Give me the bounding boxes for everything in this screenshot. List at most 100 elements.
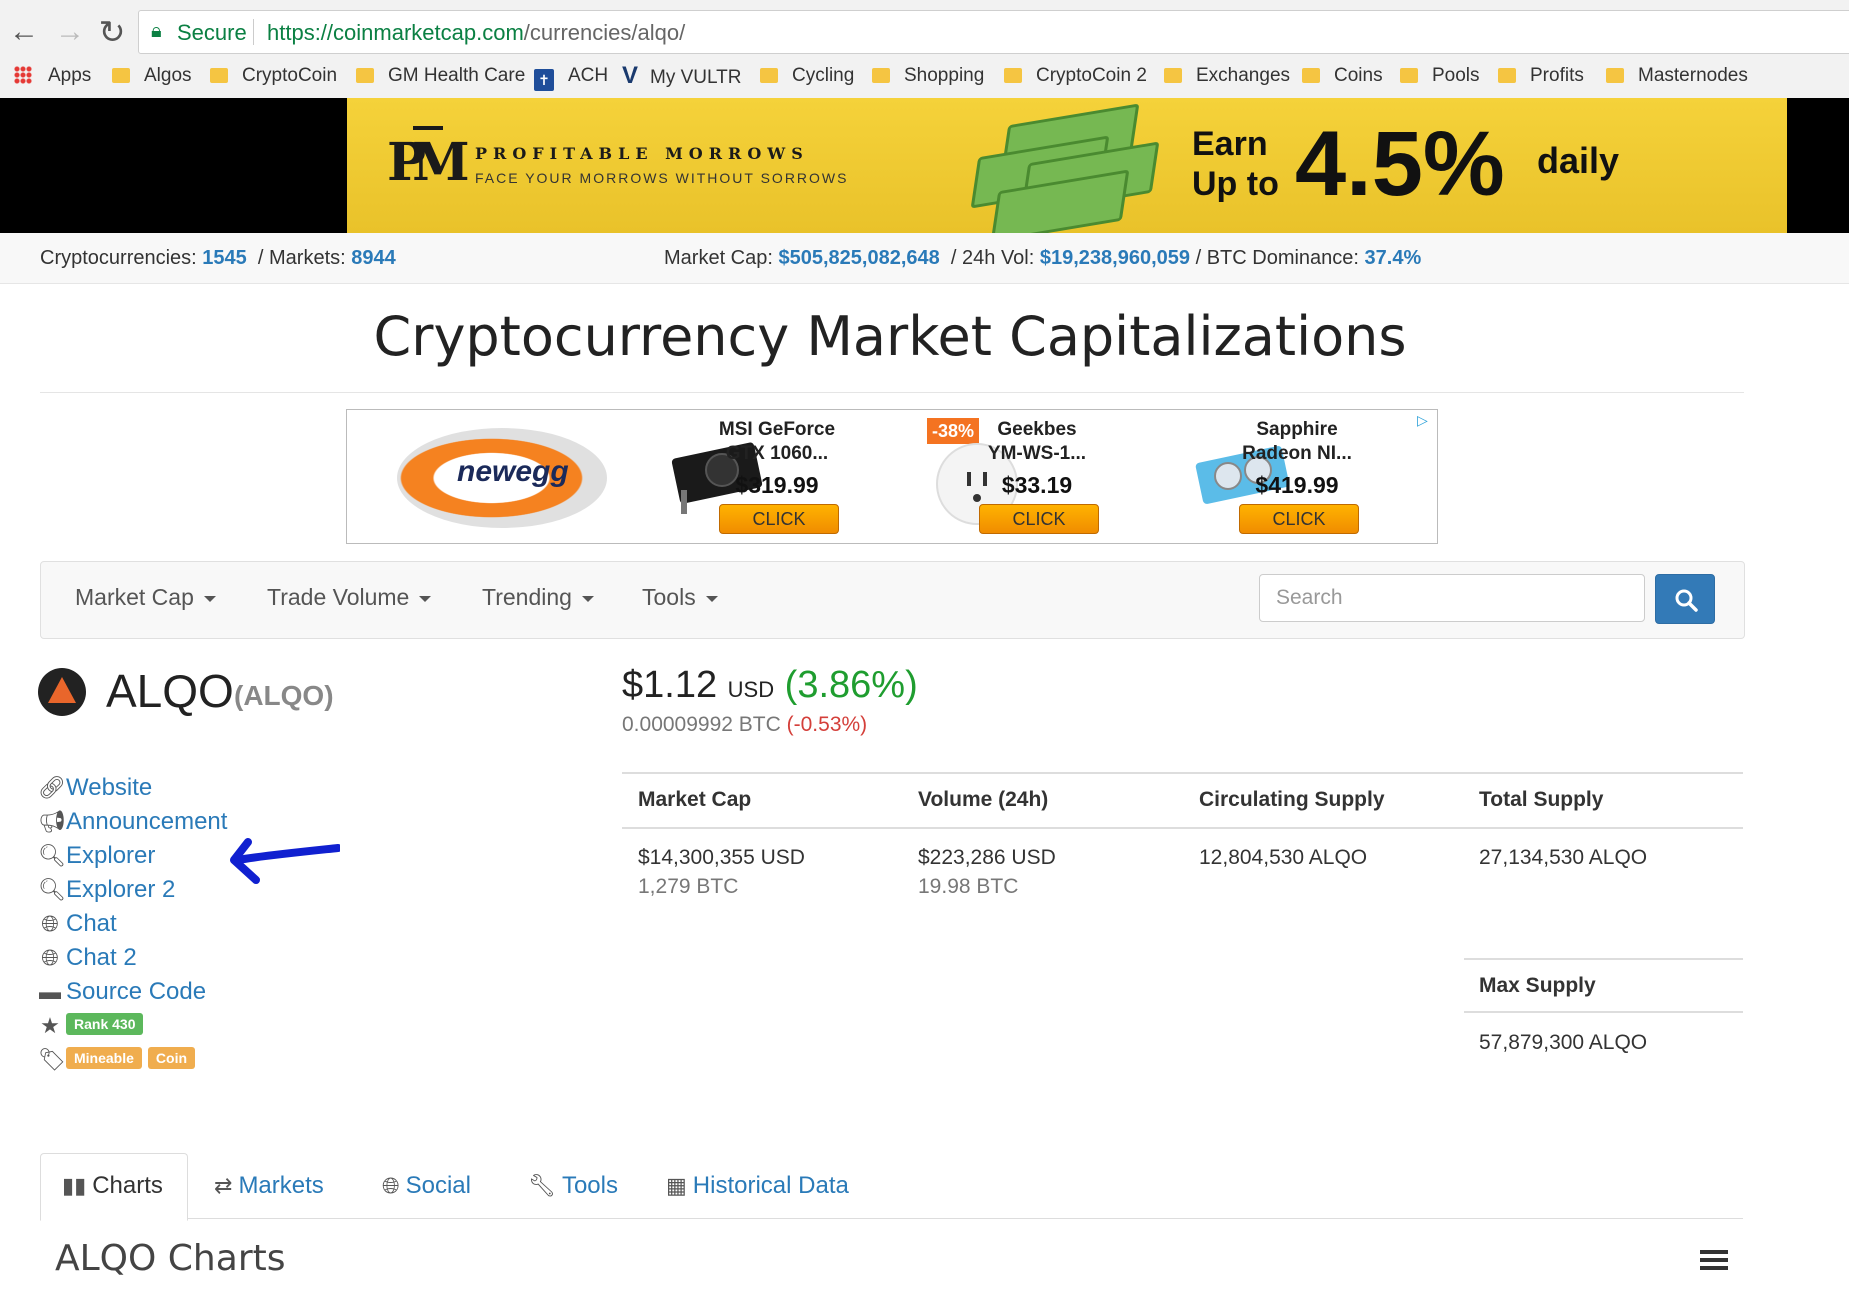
tab-charts[interactable]: ▮▮ Charts (62, 1172, 163, 1200)
cryptocurrencies-count[interactable]: 1545 (202, 247, 247, 269)
nav-trending[interactable]: Trending (482, 584, 594, 611)
banner-earn-daily: daily (1537, 140, 1620, 181)
tabs-divider (40, 1218, 1743, 1219)
ach-icon: ✝ (534, 69, 554, 91)
coin-btc-price: 0.00009992 BTC (-0.53%) (622, 713, 867, 737)
globe-icon: 🌐︎ (41, 911, 59, 936)
bookmark-shopping[interactable]: Shopping (872, 62, 984, 90)
secure-label: Secure (177, 20, 247, 45)
tab-markets[interactable]: ⇄ Markets (214, 1172, 324, 1200)
newegg-brand-text: newegg (457, 455, 569, 488)
wrench-icon: 🔧︎ (528, 1173, 556, 1198)
adchoices-icon[interactable]: ▷ (1417, 412, 1433, 428)
total-volume[interactable]: $19,238,960,059 (1040, 247, 1190, 269)
header-total-supply: Total Supply (1479, 788, 1604, 811)
circulating-supply-value: 12,804,530 ALQO (1199, 846, 1368, 869)
caret-down-icon (581, 596, 594, 602)
bookmark-coins[interactable]: Coins (1302, 62, 1383, 90)
bookmark-label: CryptoCoin (242, 65, 338, 86)
tab-tools[interactable]: 🔧︎ Tools (528, 1172, 618, 1200)
nav-tools[interactable]: Tools (642, 584, 718, 611)
url-path: /currencies/alqo/ (523, 20, 686, 45)
search-icon (1675, 589, 1698, 612)
bookmark-my-vultr[interactable]: V My VULTR (622, 62, 742, 90)
bookmark-cryptocoin-2[interactable]: CryptoCoin 2 (1004, 62, 1147, 90)
header-max-supply: Max Supply (1479, 974, 1596, 997)
bookmark-masternodes[interactable]: Masternodes (1606, 62, 1748, 90)
banner-brand-name: PROFITABLE MORROWS (475, 144, 809, 163)
bookmark-gm-health-care[interactable]: GM Health Care (356, 62, 525, 90)
price-change: (3.86%) (784, 664, 918, 706)
link-announcement[interactable]: 📢︎Announcement (38, 808, 227, 836)
bookmark-algos[interactable]: Algos (112, 62, 192, 90)
nav-trade-volume[interactable]: Trade Volume (267, 584, 432, 611)
product-name: MSI GeForce GTX 1060... (718, 419, 836, 464)
price-usd: $1.12 (622, 664, 718, 706)
link-website[interactable]: 🔗︎Website (38, 774, 152, 802)
bookmarks-bar: Apps Algos CryptoCoin GM Health Care ✝ AC… (0, 60, 1849, 92)
tag-mineable: Mineable (66, 1047, 142, 1069)
max-supply-header-rule (1464, 1011, 1743, 1013)
product-click-button[interactable]: CLICK (1239, 504, 1359, 534)
address-bar[interactable]: 🔒︎ Secure https://coinmarketcap.com/curr… (138, 10, 1849, 54)
coin-symbol: (ALQO) (234, 680, 334, 711)
link-chat-2[interactable]: 🌐︎ Chat 2 (38, 944, 137, 972)
btc-dominance[interactable]: 37.4% (1365, 247, 1422, 269)
back-icon[interactable]: ← (6, 14, 42, 50)
product-price: $33.19 (1001, 472, 1073, 498)
bookmark-ach[interactable]: ✝ ACH (534, 62, 609, 91)
bookmark-label: Exchanges (1196, 65, 1291, 86)
nav-market-cap[interactable]: Market Cap (75, 584, 216, 611)
bookmark-label: ACH (568, 65, 609, 86)
tab-social[interactable]: 🌐︎ Social (382, 1172, 471, 1200)
link-chat[interactable]: 🌐︎ Chat (38, 910, 117, 938)
bookmark-pools[interactable]: Pools (1400, 62, 1480, 90)
top-banner-area: PM PROFITABLE MORROWS FACE YOUR MORROWS … (0, 98, 1849, 233)
bookmark-label: Pools (1432, 65, 1480, 86)
link-explorer-2[interactable]: 🔍︎Explorer 2 (38, 876, 175, 904)
product-name: Sapphire Radeon NI... (1242, 419, 1352, 464)
bookmark-label: CryptoCoin 2 (1036, 65, 1147, 86)
bookmark-profits[interactable]: Profits (1498, 62, 1584, 90)
newegg-ad[interactable]: newegg MSI GeForce GTX 1060... $319.99 CL… (346, 409, 1438, 544)
megaphone-icon: 📢︎ (38, 809, 66, 834)
hamburger-menu-icon[interactable] (1700, 1250, 1728, 1270)
bookmark-apps[interactable]: Apps (14, 62, 91, 90)
banner-earn-text: Earn Up to (1192, 125, 1279, 203)
product-click-button[interactable]: CLICK (979, 504, 1099, 534)
bookmark-exchanges[interactable]: Exchanges (1164, 62, 1290, 90)
star-icon: ★ (40, 1013, 60, 1038)
total-market-cap[interactable]: $505,825,082,648 (779, 247, 940, 269)
global-stats-right: Market Cap: $505,825,082,648 / 24h Vol: … (664, 233, 1421, 283)
folder-icon (1400, 68, 1418, 83)
money-stack-icon (967, 103, 1160, 233)
globe-icon: 🌐︎ (382, 1173, 400, 1198)
globe-icon: 🌐︎ (41, 945, 59, 970)
profitable-morrows-banner[interactable]: PM PROFITABLE MORROWS FACE YOUR MORROWS … (347, 98, 1787, 233)
bookmark-label: Cycling (792, 65, 855, 86)
link-source-code[interactable]: ▬ Source Code (38, 978, 206, 1006)
reload-icon[interactable]: ↻ (94, 14, 130, 50)
bookmark-cycling[interactable]: Cycling (760, 62, 854, 90)
product-click-button[interactable]: CLICK (719, 504, 839, 534)
tab-historical-data[interactable]: ▦ Historical Data (666, 1172, 849, 1200)
coin-price: $1.12 USD (3.86%) (622, 664, 918, 707)
bookmark-label: Algos (144, 65, 192, 86)
folder-icon (1302, 68, 1320, 83)
bookmark-label: Masternodes (1638, 65, 1748, 86)
global-stats-bar: Cryptocurrencies: 1545 / Markets: 8944 M… (0, 233, 1849, 284)
bookmark-cryptocoin[interactable]: CryptoCoin (210, 62, 337, 90)
folder-icon (760, 68, 778, 83)
product-price: $419.99 (1255, 472, 1339, 498)
max-supply-value: 57,879,300 ALQO (1479, 1031, 1648, 1054)
banner-tagline: FACE YOUR MORROWS WITHOUT SORROWS (475, 170, 849, 186)
search-input[interactable] (1259, 574, 1645, 622)
search-icon: 🔍︎ (38, 843, 66, 868)
lock-icon: 🔒︎ (151, 20, 162, 42)
link-explorer[interactable]: 🔍︎Explorer (38, 842, 155, 870)
url-text[interactable]: https://coinmarketcap.com/currencies/alq… (267, 20, 685, 46)
forward-icon[interactable]: → (52, 14, 88, 50)
markets-count[interactable]: 8944 (351, 247, 396, 269)
search-button[interactable] (1655, 574, 1715, 624)
folder-icon (356, 68, 374, 83)
